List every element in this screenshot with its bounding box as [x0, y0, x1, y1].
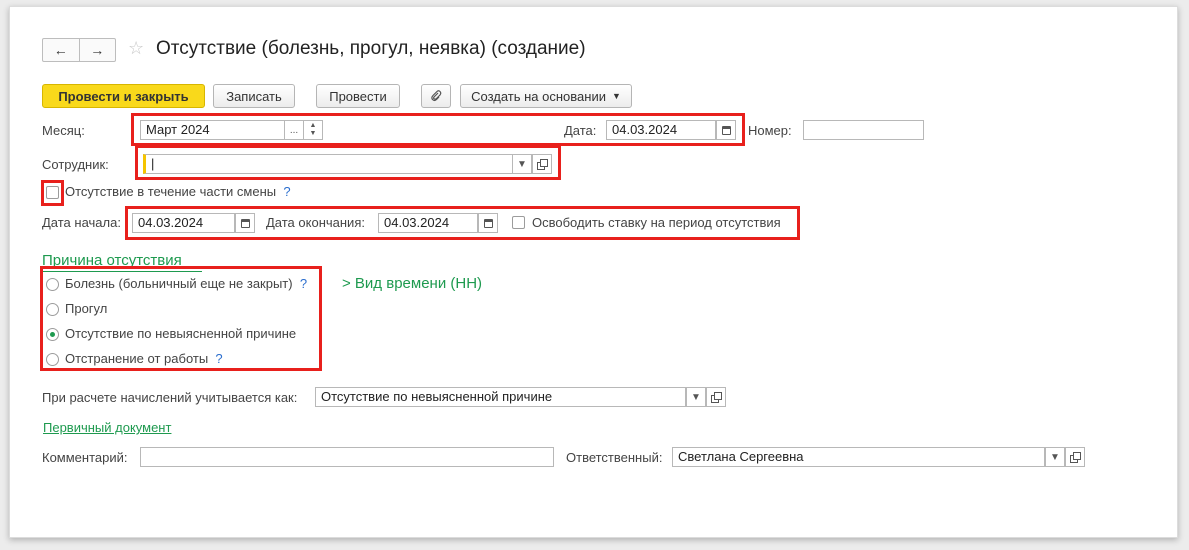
calendar-icon [240, 218, 250, 228]
reason-option-unexplained[interactable]: Отсутствие по невыясненной причине [65, 326, 296, 342]
reason-radio-unexplained[interactable] [46, 328, 59, 341]
open-form-icon [1070, 452, 1081, 463]
reason-radio-illness[interactable] [46, 278, 59, 291]
partial-shift-label: Отсутствие в течение части смены ? [65, 184, 291, 200]
favorite-star-icon[interactable]: ☆ [128, 38, 144, 59]
release-rate-checkbox[interactable] [512, 216, 525, 229]
employee-open-button[interactable] [532, 154, 552, 174]
arrow-right-icon: → [90, 42, 105, 58]
stepper-up-icon: ▲ [309, 122, 317, 129]
chevron-down-icon: ▼ [517, 158, 527, 170]
arrow-left-icon: ← [53, 42, 68, 58]
calendar-icon [483, 218, 493, 228]
responsible-dropdown-button[interactable]: ▼ [1045, 447, 1065, 467]
end-date-label: Дата окончания: [266, 215, 365, 230]
accrual-open-button[interactable] [706, 387, 726, 407]
ellipsis-icon: ... [289, 124, 299, 136]
responsible-label: Ответственный: [566, 450, 663, 465]
start-date-calendar-button[interactable] [235, 213, 255, 233]
document-window: ← → ☆ Отсутствие (болезнь, прогул, неявк… [9, 6, 1178, 538]
end-date-input[interactable]: 04.03.2024 [378, 213, 478, 233]
reason-option-suspension-label: Отстранение от работы [65, 351, 209, 366]
employee-dropdown-button[interactable]: ▼ [512, 154, 532, 174]
save-button[interactable]: Записать [213, 84, 295, 108]
comment-label: Комментарий: [42, 450, 128, 465]
start-date-label: Дата начала: [42, 215, 121, 230]
calendar-icon [721, 125, 731, 135]
reason-option-suspension[interactable]: Отстранение от работы ? [65, 351, 223, 367]
date-label: Дата: [564, 123, 597, 138]
open-form-icon [711, 392, 722, 403]
create-based-on-button[interactable]: Создать на основании ▼ [460, 84, 632, 108]
reason-option-illness[interactable]: Болезнь (больничный еще не закрыт) ? [65, 276, 307, 292]
page-title: Отсутствие (болезнь, прогул, неявка) (со… [156, 38, 586, 59]
help-icon[interactable]: ? [283, 184, 290, 199]
stepper-down-icon: ▼ [309, 130, 317, 137]
post-button[interactable]: Провести [316, 84, 400, 108]
release-rate-label[interactable]: Освободить ставку на период отсутствия [532, 215, 781, 231]
help-icon[interactable]: ? [215, 351, 222, 366]
month-label: Месяц: [42, 123, 85, 138]
month-input[interactable]: Март 2024 [140, 120, 285, 140]
employee-input[interactable]: | [143, 154, 513, 174]
date-input[interactable]: 04.03.2024 [606, 120, 716, 140]
forward-button[interactable]: → [78, 39, 116, 61]
start-date-input[interactable]: 04.03.2024 [132, 213, 235, 233]
reason-option-illness-label: Болезнь (больничный еще не закрыт) [65, 276, 293, 291]
number-label: Номер: [748, 123, 792, 138]
create-based-on-label: Создать на основании [471, 88, 606, 104]
accrual-dropdown-button[interactable]: ▼ [686, 387, 706, 407]
navigation-group: ← → [42, 38, 116, 62]
number-input[interactable] [803, 120, 924, 140]
chevron-down-icon: ▼ [611, 91, 621, 101]
accrual-input[interactable]: Отсутствие по невыясненной причине [315, 387, 686, 407]
responsible-input[interactable]: Светлана Сергеевна [672, 447, 1045, 467]
comment-input[interactable] [140, 447, 554, 467]
partial-shift-text: Отсутствие в течение части смены [65, 184, 277, 199]
reason-radio-suspension[interactable] [46, 353, 59, 366]
month-stepper[interactable]: ▲ ▼ [303, 120, 323, 140]
date-calendar-button[interactable] [716, 120, 736, 140]
end-date-calendar-button[interactable] [478, 213, 498, 233]
open-form-icon [537, 159, 548, 170]
help-icon[interactable]: ? [300, 276, 307, 291]
primary-document-link[interactable]: Первичный документ [43, 420, 171, 435]
accrual-label: При расчете начислений учитывается как: [42, 390, 298, 405]
employee-label: Сотрудник: [42, 157, 109, 172]
attach-button[interactable] [421, 84, 451, 108]
chevron-down-icon: ▼ [1050, 451, 1060, 463]
back-button[interactable]: ← [43, 39, 79, 61]
month-select-button[interactable]: ... [284, 120, 304, 140]
post-and-close-button[interactable]: Провести и закрыть [42, 84, 205, 108]
time-kind-group-toggle[interactable]: > Вид времени (НН) [342, 275, 482, 292]
responsible-open-button[interactable] [1065, 447, 1085, 467]
reason-option-truancy[interactable]: Прогул [65, 301, 107, 317]
chevron-down-icon: ▼ [691, 391, 701, 403]
reason-radio-truancy[interactable] [46, 303, 59, 316]
partial-shift-checkbox[interactable] [46, 186, 59, 199]
paperclip-icon [431, 90, 442, 102]
